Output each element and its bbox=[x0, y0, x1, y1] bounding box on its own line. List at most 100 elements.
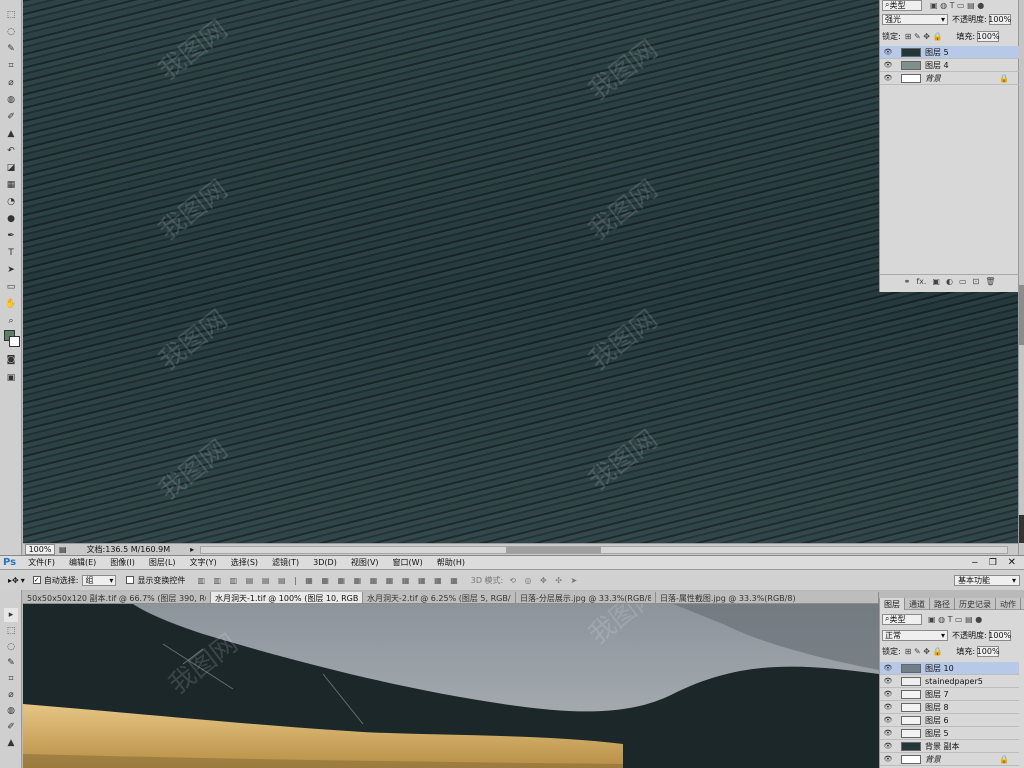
fx-icon[interactable]: fx. bbox=[916, 277, 926, 286]
document-canvas-top[interactable]: 我图网 我图网 我图网 我图网 我图网 我图网 我图网 我图网 bbox=[23, 0, 1018, 543]
vertical-scroll-thumb[interactable] bbox=[1019, 285, 1024, 345]
brush-tool-icon[interactable]: ✐ bbox=[4, 110, 18, 124]
hand-tool-icon[interactable]: ✋ bbox=[4, 297, 18, 311]
doc-tab-active[interactable]: 水月洞天-1.tif @ 100% (图层 10, RGB/8) bbox=[211, 592, 363, 603]
eye-icon[interactable]: 👁 bbox=[883, 677, 893, 685]
opacity-input[interactable]: 100% bbox=[988, 629, 1011, 641]
tab-actions[interactable]: 动作 bbox=[996, 598, 1021, 610]
layer-row[interactable]: 👁 背景 🔒 bbox=[880, 753, 1019, 766]
mask-icon[interactable]: ▣ bbox=[932, 277, 940, 286]
mode-3d-icons[interactable]: ⟲ ◎ ✥ ✣ ➤ bbox=[509, 576, 580, 585]
type-tool-icon[interactable]: T bbox=[4, 246, 18, 260]
gradient-tool-icon[interactable]: ▦ bbox=[4, 178, 18, 192]
close-icon[interactable]: ✕ bbox=[1008, 557, 1016, 568]
eyedropper-tool-icon[interactable]: ⌀ bbox=[4, 76, 18, 90]
horizontal-scroll-thumb[interactable] bbox=[506, 546, 602, 553]
menu-image[interactable]: 图像(I) bbox=[110, 557, 135, 568]
adjustment-icon[interactable]: ◐ bbox=[946, 277, 953, 286]
horizontal-scrollbar[interactable] bbox=[200, 545, 1009, 554]
fill-input[interactable]: 100% bbox=[977, 645, 1000, 657]
brush-tool-icon[interactable]: ✐ bbox=[4, 720, 18, 734]
opacity-input[interactable]: 100% bbox=[988, 13, 1011, 25]
tab-paths[interactable]: 路径 bbox=[930, 598, 955, 610]
menu-type[interactable]: 文字(Y) bbox=[190, 557, 217, 568]
healing-tool-icon[interactable]: ◍ bbox=[4, 93, 18, 107]
menu-help[interactable]: 帮助(H) bbox=[437, 557, 465, 568]
folder-icon[interactable]: ▭ bbox=[959, 277, 967, 286]
status-arrow-icon[interactable]: ▸ bbox=[190, 545, 194, 554]
crop-tool-icon[interactable]: ⌗ bbox=[4, 59, 18, 73]
workspace-select[interactable]: 基本功能 ▾ bbox=[954, 574, 1020, 586]
document-canvas-bottom[interactable]: 我图网 我图网 bbox=[23, 604, 879, 768]
fill-input[interactable]: 100% bbox=[977, 30, 1000, 42]
stamp-tool-icon[interactable]: ▲ bbox=[4, 127, 18, 141]
eraser-tool-icon[interactable]: ◪ bbox=[4, 161, 18, 175]
blur-tool-icon[interactable]: ◔ bbox=[4, 195, 18, 209]
layer-row[interactable]: 👁 背景 🔒 bbox=[880, 72, 1019, 85]
eye-icon[interactable]: 👁 bbox=[883, 61, 893, 69]
move-tool-icon[interactable]: ▸ bbox=[4, 608, 18, 622]
stamp-tool-icon[interactable]: ▲ bbox=[4, 736, 18, 750]
menu-select[interactable]: 选择(S) bbox=[231, 557, 258, 568]
layer-row[interactable]: 👁 图层 7 bbox=[880, 688, 1019, 701]
blend-mode-select[interactable]: 强光 ▾ bbox=[882, 13, 948, 25]
history-brush-tool-icon[interactable]: ↶ bbox=[4, 144, 18, 158]
layer-row[interactable]: 👁 stainedpaper5 bbox=[880, 675, 1019, 688]
menu-3d[interactable]: 3D(D) bbox=[313, 558, 337, 567]
eye-icon[interactable]: 👁 bbox=[883, 703, 893, 711]
doc-tab[interactable]: 50x50x50x120 副本.tif @ 66.7% (图层 390, RGB… bbox=[23, 592, 211, 603]
eye-icon[interactable]: 👁 bbox=[883, 664, 893, 672]
minimize-icon[interactable]: ‒ bbox=[972, 557, 978, 568]
quick-select-tool-icon[interactable]: ✎ bbox=[4, 656, 18, 670]
eye-icon[interactable]: 👁 bbox=[883, 729, 893, 737]
zoom-input[interactable]: 100% bbox=[25, 544, 55, 555]
marquee-tool-icon[interactable]: ⬚ bbox=[4, 8, 18, 22]
filter-icons[interactable]: ▣ ◍ T ▭ ▤ ● bbox=[928, 615, 982, 624]
doc-tab[interactable]: 日落-分层展示.jpg @ 33.3%(RGB/8) bbox=[516, 592, 656, 603]
dodge-tool-icon[interactable]: ● bbox=[4, 212, 18, 226]
move-tool-icon[interactable]: ▸✥ bbox=[8, 576, 19, 585]
chevron-down-icon[interactable]: ▾ bbox=[21, 576, 25, 585]
eyedropper-tool-icon[interactable]: ⌀ bbox=[4, 688, 18, 702]
eye-icon[interactable]: 👁 bbox=[883, 716, 893, 724]
menu-layer[interactable]: 图层(L) bbox=[149, 557, 176, 568]
restore-icon[interactable]: ❐ bbox=[989, 558, 997, 568]
eye-icon[interactable]: 👁 bbox=[883, 48, 893, 56]
zoom-tool-icon[interactable]: ⌕ bbox=[4, 314, 18, 328]
new-layer-icon[interactable]: ⊡ bbox=[973, 277, 980, 286]
quick-mask-icon[interactable]: ◙ bbox=[4, 353, 18, 367]
layer-row[interactable]: 👁 图层 5 bbox=[880, 727, 1019, 740]
layer-row[interactable]: 👁 背景 副本 bbox=[880, 740, 1019, 753]
eye-icon[interactable]: 👁 bbox=[883, 74, 893, 82]
healing-tool-icon[interactable]: ◍ bbox=[4, 704, 18, 718]
lock-icons[interactable]: ⊞ ✎ ✥ 🔒 bbox=[905, 32, 943, 41]
doc-tab[interactable]: 水月洞天-2.tif @ 6.25% (图层 5, RGB/8) bbox=[363, 592, 516, 603]
pen-tool-icon[interactable]: ✒ bbox=[4, 229, 18, 243]
lock-icons[interactable]: ⊞ ✎ ✥ 🔒 bbox=[905, 647, 943, 656]
layer-row[interactable]: 👁 图层 4 bbox=[880, 59, 1019, 72]
auto-select-type-select[interactable]: 组 ▾ bbox=[82, 574, 117, 586]
menu-view[interactable]: 视图(V) bbox=[351, 557, 379, 568]
vertical-scroll-thumb-lower[interactable] bbox=[1019, 515, 1024, 543]
tab-layers[interactable]: 图层 bbox=[880, 598, 905, 610]
link-icon[interactable]: ⚭ bbox=[904, 277, 911, 286]
auto-select-checkbox[interactable]: ✓ bbox=[32, 576, 41, 584]
crop-tool-icon[interactable]: ⌗ bbox=[4, 672, 18, 686]
blend-mode-select[interactable]: 正常 ▾ bbox=[882, 629, 948, 641]
doc-tab[interactable]: 日落-属性截图.jpg @ 33.3%(RGB/8) bbox=[656, 592, 879, 603]
layer-row[interactable]: 👁 图层 10 bbox=[880, 662, 1019, 675]
shape-tool-icon[interactable]: ▭ bbox=[4, 280, 18, 294]
align-icons[interactable]: ▥ ▥ ▥ ▤ ▤ ▤ | ▦ ▦ ▦ ▦ ▦ ▦ ▦ ▦ ▦ ▦ bbox=[197, 576, 460, 585]
eye-icon[interactable]: 👁 bbox=[883, 690, 893, 698]
eye-icon[interactable]: 👁 bbox=[883, 755, 893, 763]
quick-select-tool-icon[interactable]: ✎ bbox=[4, 42, 18, 56]
menu-window[interactable]: 窗口(W) bbox=[393, 557, 423, 568]
layer-row[interactable]: 👁 图层 6 bbox=[880, 714, 1019, 727]
menu-filter[interactable]: 滤镜(T) bbox=[272, 557, 299, 568]
menu-file[interactable]: 文件(F) bbox=[28, 557, 55, 568]
kind-filter-select[interactable]: ⌕ 类型 bbox=[882, 613, 922, 625]
trash-icon[interactable]: 🗑 bbox=[985, 277, 995, 286]
marquee-tool-icon[interactable]: ⬚ bbox=[4, 624, 18, 638]
filter-icons[interactable]: ▣ ◍ T ▭ ▤ ● bbox=[930, 1, 984, 10]
show-transform-checkbox[interactable] bbox=[126, 576, 135, 584]
